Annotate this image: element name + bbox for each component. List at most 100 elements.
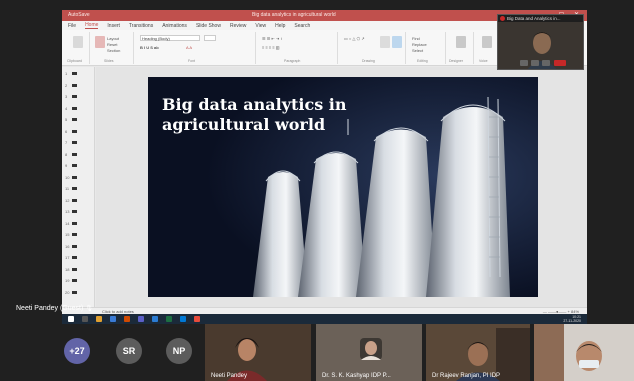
select-button[interactable]: Select (412, 48, 423, 53)
tab-review[interactable]: Review (230, 23, 246, 29)
start-icon[interactable] (68, 316, 74, 322)
reset-button[interactable]: Reset (107, 42, 117, 47)
thumbnail-number[interactable]: 9 (65, 163, 67, 168)
thumbnail-marker[interactable] (72, 221, 77, 225)
powerpoint-icon[interactable] (124, 316, 130, 322)
camera-icon[interactable] (520, 60, 528, 66)
tab-home[interactable]: Home (85, 22, 99, 29)
thumbnail-marker[interactable] (72, 118, 77, 121)
thumbnail-number[interactable]: 12 (65, 198, 69, 203)
thumbnail-number[interactable]: 2 (65, 83, 67, 88)
slide-thumbnail-pane[interactable]: 1 2 3 4 5 6 7 8 9 10 11 12 13 14 15 16 17 18 19 20 (62, 67, 95, 307)
thumbnail-number[interactable]: 3 (65, 94, 67, 99)
align-icons[interactable]: ≡ ≡ ≡ ≡ ▥ (262, 45, 280, 50)
tab-file[interactable]: File (68, 23, 76, 29)
thumbnail-number[interactable]: 18 (65, 267, 69, 272)
ribbon-group-font: Heading (Body) B I U S ab A A Font (136, 32, 256, 64)
thumbnail-marker[interactable] (72, 175, 77, 179)
font-size-box[interactable] (204, 35, 216, 41)
thumbnail-number[interactable]: 17 (65, 255, 69, 260)
thumbnail-marker[interactable] (72, 95, 77, 98)
font-color-icon[interactable]: A A (186, 45, 192, 50)
tab-view[interactable]: View (255, 23, 266, 29)
new-slide-icon[interactable] (95, 36, 105, 48)
participant-avatar-np[interactable]: NP (166, 338, 192, 364)
tab-insert[interactable]: Insert (107, 23, 120, 29)
explorer-icon[interactable] (96, 316, 102, 322)
tab-help[interactable]: Help (275, 23, 285, 29)
designer-icon[interactable] (456, 36, 466, 48)
bold-icon[interactable]: B I U S ab (140, 45, 159, 50)
thumbnail-number[interactable]: 4 (65, 106, 67, 111)
thumbnail-marker[interactable] (72, 141, 77, 144)
excel-icon[interactable] (166, 316, 172, 322)
window-title: Big data analytics in agricultural world (252, 12, 336, 18)
thumbnail-marker[interactable] (72, 164, 77, 167)
tab-slide-show[interactable]: Slide Show (196, 23, 221, 29)
participant-tile[interactable]: Dr. S. K. Kashyap IDP P... (316, 324, 422, 381)
tab-animations[interactable]: Animations (162, 23, 187, 29)
edge-icon[interactable] (110, 316, 116, 322)
thumbnail-marker[interactable] (72, 152, 77, 156)
participant-avatar-sr[interactable]: SR (116, 338, 142, 364)
floating-video-tile[interactable]: Big Data and Analytics in... (497, 14, 584, 70)
thumbnail-number[interactable]: 11 (65, 186, 69, 191)
thumbnail-number[interactable]: 5 (65, 117, 67, 122)
more-participants-button[interactable]: +27 (64, 338, 90, 364)
search-icon[interactable] (82, 316, 88, 322)
teams-icon[interactable] (138, 316, 144, 322)
mic-icon[interactable] (531, 60, 539, 66)
hangup-icon[interactable] (554, 60, 566, 66)
chrome-icon[interactable] (194, 316, 200, 322)
thumbnail-marker[interactable] (72, 83, 77, 87)
share-icon[interactable] (542, 60, 550, 66)
thumbnail-marker[interactable] (72, 72, 77, 75)
quick-styles-icon[interactable] (392, 36, 402, 48)
participant-name: Dr. S. K. Kashyap IDP P... (322, 373, 391, 379)
thumbnail-number[interactable]: 1 (65, 71, 67, 76)
thumbnail-marker[interactable] (72, 129, 77, 133)
thumbnail-number[interactable]: 13 (65, 209, 69, 214)
thumbnail-marker[interactable] (72, 198, 77, 202)
word-icon[interactable] (152, 316, 158, 322)
thumbnail-number[interactable]: 7 (65, 140, 67, 145)
outlook-icon[interactable] (180, 316, 186, 322)
group-label: Slides (104, 59, 114, 63)
thumbnail-number[interactable]: 16 (65, 244, 69, 249)
participant-tile[interactable]: Dr Rajeev Ranjan, PI IDP (426, 324, 530, 381)
arrange-icon[interactable] (380, 36, 390, 48)
taskbar-clock[interactable]: 10:21 27-11-2020 (563, 315, 581, 323)
layout-button[interactable]: Layout (107, 36, 119, 41)
thumbnail-marker[interactable] (72, 267, 77, 271)
thumbnail-marker[interactable] (72, 279, 77, 282)
find-button[interactable]: Find (412, 36, 420, 41)
participant-tile[interactable] (534, 324, 634, 381)
thumbnail-marker[interactable] (72, 106, 77, 110)
dictate-icon[interactable] (482, 36, 492, 48)
search-box[interactable]: Search (294, 23, 310, 29)
thumbnail-number[interactable]: 10 (65, 175, 69, 180)
participant-tile[interactable]: Neeti Pandey (205, 324, 311, 381)
thumbnail-marker[interactable] (72, 290, 77, 294)
clock-date: 27-11-2020 (563, 319, 581, 323)
thumbnail-number[interactable]: 15 (65, 232, 69, 237)
thumbnail-number[interactable]: 6 (65, 129, 67, 134)
tab-transitions[interactable]: Transitions (129, 23, 153, 29)
slide[interactable]: Big data analytics in agricultural world (148, 77, 538, 297)
thumbnail-number[interactable]: 14 (65, 221, 69, 226)
paste-icon[interactable] (73, 36, 83, 48)
section-button[interactable]: Section (107, 48, 120, 53)
thumbnail-number[interactable]: 20 (65, 290, 69, 295)
font-name-box[interactable]: Heading (Body) (140, 35, 200, 41)
list-icons[interactable]: ☰ ☰ ⇤ ⇥ ↕ (262, 36, 282, 41)
thumbnail-number[interactable]: 19 (65, 278, 69, 283)
thumbnail-marker[interactable] (72, 233, 77, 236)
thumbnail-number[interactable]: 8 (65, 152, 67, 157)
thumbnail-marker[interactable] (72, 187, 77, 190)
quick-access-label[interactable]: AutoSave (68, 12, 90, 18)
replace-button[interactable]: Replace (412, 42, 427, 47)
thumbnail-marker[interactable] (72, 210, 77, 213)
thumbnail-marker[interactable] (72, 256, 77, 259)
thumbnail-marker[interactable] (72, 244, 77, 248)
shapes-icon[interactable]: ▭ ○ △ ⬠ ↗ (344, 36, 365, 41)
